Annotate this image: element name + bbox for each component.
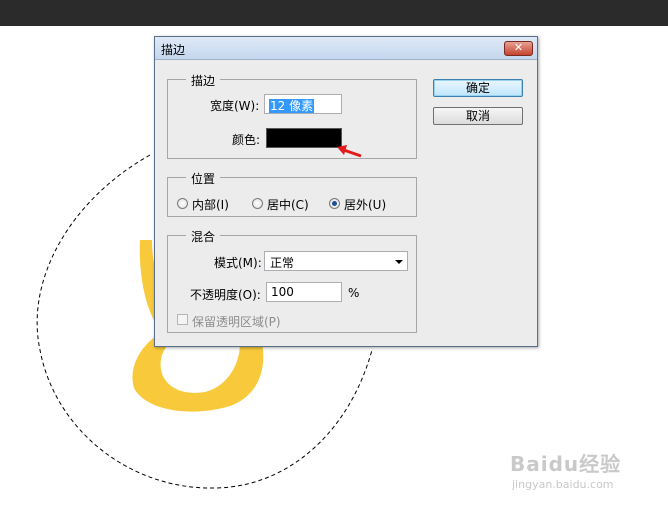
width-value: 12 像素 bbox=[269, 99, 315, 113]
stroke-dialog: 描边 ✕ 描边 宽度(W): 12 像素 颜色: 位置 内部(I) 居中(C) … bbox=[154, 36, 538, 347]
stroke-group: 描边 宽度(W): 12 像素 颜色: bbox=[167, 72, 417, 159]
radio-outside[interactable] bbox=[329, 198, 340, 209]
blend-group-legend: 混合 bbox=[186, 228, 221, 245]
stroke-group-legend: 描边 bbox=[186, 72, 221, 89]
radio-outside-label[interactable]: 居外(U) bbox=[344, 196, 386, 213]
opacity-label: 不透明度(O): bbox=[190, 288, 261, 302]
mode-select[interactable]: 正常 bbox=[264, 251, 408, 271]
preserve-transparency-checkbox[interactable] bbox=[177, 314, 188, 325]
position-group-legend: 位置 bbox=[186, 170, 221, 187]
preserve-transparency-label: 保留透明区域(P) bbox=[192, 315, 281, 329]
color-label: 颜色: bbox=[232, 133, 261, 147]
mode-label: 模式(M): bbox=[214, 256, 262, 270]
position-group: 位置 内部(I) 居中(C) 居外(U) bbox=[167, 170, 417, 217]
width-label: 宽度(W): bbox=[210, 99, 260, 113]
radio-inside-label[interactable]: 内部(I) bbox=[192, 196, 229, 213]
radio-inside[interactable] bbox=[177, 198, 188, 209]
opacity-value: 100 bbox=[271, 285, 294, 299]
dialog-titlebar[interactable]: 描边 ✕ bbox=[155, 37, 537, 60]
close-button[interactable]: ✕ bbox=[504, 41, 533, 56]
watermark-url: jingyan.baidu.com bbox=[512, 478, 614, 491]
close-icon: ✕ bbox=[513, 41, 524, 54]
opacity-field[interactable]: 100 bbox=[266, 282, 342, 302]
radio-center-label[interactable]: 居中(C) bbox=[267, 196, 309, 213]
ok-button[interactable]: 确定 bbox=[433, 79, 523, 97]
color-swatch[interactable] bbox=[266, 128, 342, 148]
radio-center[interactable] bbox=[252, 198, 263, 209]
annotation-arrow-icon bbox=[337, 145, 362, 158]
chevron-down-icon bbox=[395, 260, 403, 264]
opacity-unit: % bbox=[348, 286, 360, 300]
watermark-logo: Baidu经验 bbox=[510, 452, 622, 476]
dialog-title: 描边 bbox=[161, 43, 186, 57]
blend-group: 混合 模式(M): 正常 不透明度(O): 100 % 保留透明区域(P) bbox=[167, 228, 417, 333]
cancel-button[interactable]: 取消 bbox=[433, 107, 523, 125]
mode-value: 正常 bbox=[270, 256, 295, 270]
width-field[interactable]: 12 像素 bbox=[264, 94, 342, 114]
